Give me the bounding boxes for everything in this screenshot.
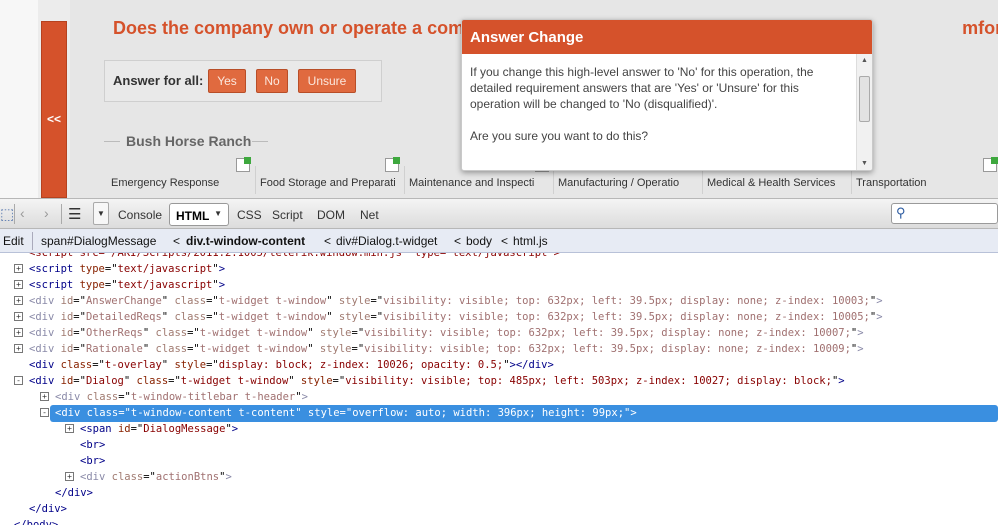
breadcrumb: Edit span#DialogMessage < div.t-window-c…: [0, 229, 998, 253]
tree-node[interactable]: </div>: [29, 501, 67, 517]
chevron-down-icon: ▼: [214, 209, 222, 218]
tab-dom[interactable]: DOM: [317, 208, 345, 222]
answer-for-all-label: Answer for all:: [113, 73, 204, 88]
dialog-title: Answer Change: [462, 20, 872, 54]
search-input[interactable]: ⚲: [891, 203, 998, 224]
collapse-chevron-icon: <<: [47, 112, 62, 126]
screen: << Does the company own or operate a com…: [0, 0, 998, 525]
divider: [61, 204, 62, 224]
tree-node[interactable]: <span id="DialogMessage">: [80, 421, 238, 437]
yes-button[interactable]: Yes: [208, 69, 246, 93]
chevron-down-icon[interactable]: ▼: [93, 202, 109, 225]
forward-icon[interactable]: ›: [44, 205, 49, 221]
collapse-icon[interactable]: -: [40, 408, 49, 417]
expand-icon[interactable]: +: [14, 264, 23, 273]
expand-icon[interactable]: +: [14, 296, 23, 305]
answer-for-all-panel: Answer for all: Yes No Unsure: [104, 60, 382, 102]
scrollbar-thumb[interactable]: [859, 76, 870, 122]
tab-script[interactable]: Script: [272, 208, 303, 222]
inspect-icon[interactable]: ⬚: [0, 205, 14, 223]
menu-icon[interactable]: ☰: [68, 205, 81, 223]
breadcrumb-span-dialogmessage[interactable]: span#DialogMessage: [41, 234, 156, 248]
tree-node[interactable]: <div class="actionBtns">: [80, 469, 232, 485]
tree-node[interactable]: <div id="Rationale" class="t-widget t-wi…: [29, 341, 864, 357]
tab-html[interactable]: HTML ▼: [169, 203, 229, 226]
tab-css[interactable]: CSS: [237, 208, 262, 222]
divider: [32, 232, 33, 250]
dialog-message: If you change this high-level answer to …: [462, 54, 858, 170]
search-icon: ⚲: [896, 205, 906, 220]
dialog-scrollbar[interactable]: ▲ ▼: [856, 54, 872, 170]
breadcrumb-body[interactable]: body: [466, 234, 492, 248]
collapse-sidebar-button[interactable]: <<: [41, 21, 67, 198]
expand-icon[interactable]: +: [40, 392, 49, 401]
back-icon[interactable]: ‹: [20, 205, 25, 221]
tab-net[interactable]: Net: [360, 208, 379, 222]
scroll-up-icon[interactable]: ▲: [861, 57, 868, 64]
tree-node[interactable]: <br>: [80, 437, 105, 453]
tree-node[interactable]: <div id="AnswerChange" class="t-widget t…: [29, 293, 883, 309]
firebug-toolbar: ⬚ ‹ › ☰ ▼ Console HTML ▼ CSS Script DOM N…: [0, 198, 998, 229]
tree-node-selected[interactable]: <div class="t-window-content t-content" …: [55, 405, 637, 421]
breadcrumb-div-window-content[interactable]: div.t-window-content: [186, 234, 305, 248]
add-icon[interactable]: [385, 157, 400, 172]
tree-node[interactable]: </div>: [55, 485, 93, 501]
divider: [104, 141, 120, 142]
scroll-down-icon[interactable]: ▼: [861, 160, 868, 167]
expand-icon[interactable]: +: [65, 472, 74, 481]
breadcrumb-separator: <: [173, 234, 181, 248]
page-margin: [0, 0, 38, 198]
expand-icon[interactable]: +: [65, 424, 74, 433]
dialog-message-text: If you change this high-level answer to …: [470, 65, 814, 111]
html-tree-panel: <script src="/AKI/Scripts/2011.2.1005/te…: [0, 253, 998, 525]
tree-node[interactable]: <div class="t-window-titlebar t-header">: [55, 389, 308, 405]
add-icon[interactable]: [236, 157, 251, 172]
tree-node[interactable]: <script src="/AKI/Scripts/2011.2.1005/te…: [29, 253, 560, 261]
no-button[interactable]: No: [256, 69, 288, 93]
divider: [252, 141, 268, 142]
web-page: << Does the company own or operate a com…: [0, 0, 998, 198]
divider: [14, 204, 15, 224]
tree-node[interactable]: <script type="text/javascript">: [29, 277, 225, 293]
category-transportation[interactable]: Transportation: [851, 166, 998, 194]
tree-node[interactable]: <div id="OtherReqs" class="t-widget t-wi…: [29, 325, 864, 341]
category-emergency-response[interactable]: Emergency Response: [107, 166, 252, 194]
edit-button[interactable]: Edit: [3, 234, 24, 248]
breadcrumb-html[interactable]: html.js: [513, 234, 548, 248]
tree-node[interactable]: <br>: [80, 453, 105, 469]
breadcrumb-separator: <: [454, 234, 462, 248]
expand-icon[interactable]: +: [14, 312, 23, 321]
answer-change-dialog: Answer Change If you change this high-le…: [461, 19, 873, 171]
unsure-button[interactable]: Unsure: [298, 69, 356, 93]
expand-icon[interactable]: +: [14, 280, 23, 289]
tree-node[interactable]: <div id="Dialog" class="t-widget t-windo…: [29, 373, 845, 389]
breadcrumb-separator: <: [324, 234, 332, 248]
tree-node[interactable]: <script type="text/javascript">: [29, 261, 225, 277]
add-icon[interactable]: [983, 157, 998, 172]
category-food-storage[interactable]: Food Storage and Preparati: [255, 166, 401, 194]
expand-icon[interactable]: +: [14, 344, 23, 353]
breadcrumb-separator: <: [501, 234, 509, 248]
tree-node[interactable]: <div id="DetailedReqs" class="t-widget t…: [29, 309, 883, 325]
collapse-icon[interactable]: -: [14, 376, 23, 385]
tab-console[interactable]: Console: [118, 208, 162, 222]
breadcrumb-div-dialog[interactable]: div#Dialog.t-widget: [336, 234, 437, 248]
dialog-confirm-text: Are you sure you want to do this?: [470, 129, 649, 143]
section-title: Bush Horse Ranch: [126, 133, 252, 149]
expand-icon[interactable]: +: [14, 328, 23, 337]
tree-node[interactable]: </body>: [14, 517, 58, 525]
tree-node[interactable]: <div class="t-overlay" style="display: b…: [29, 357, 554, 373]
